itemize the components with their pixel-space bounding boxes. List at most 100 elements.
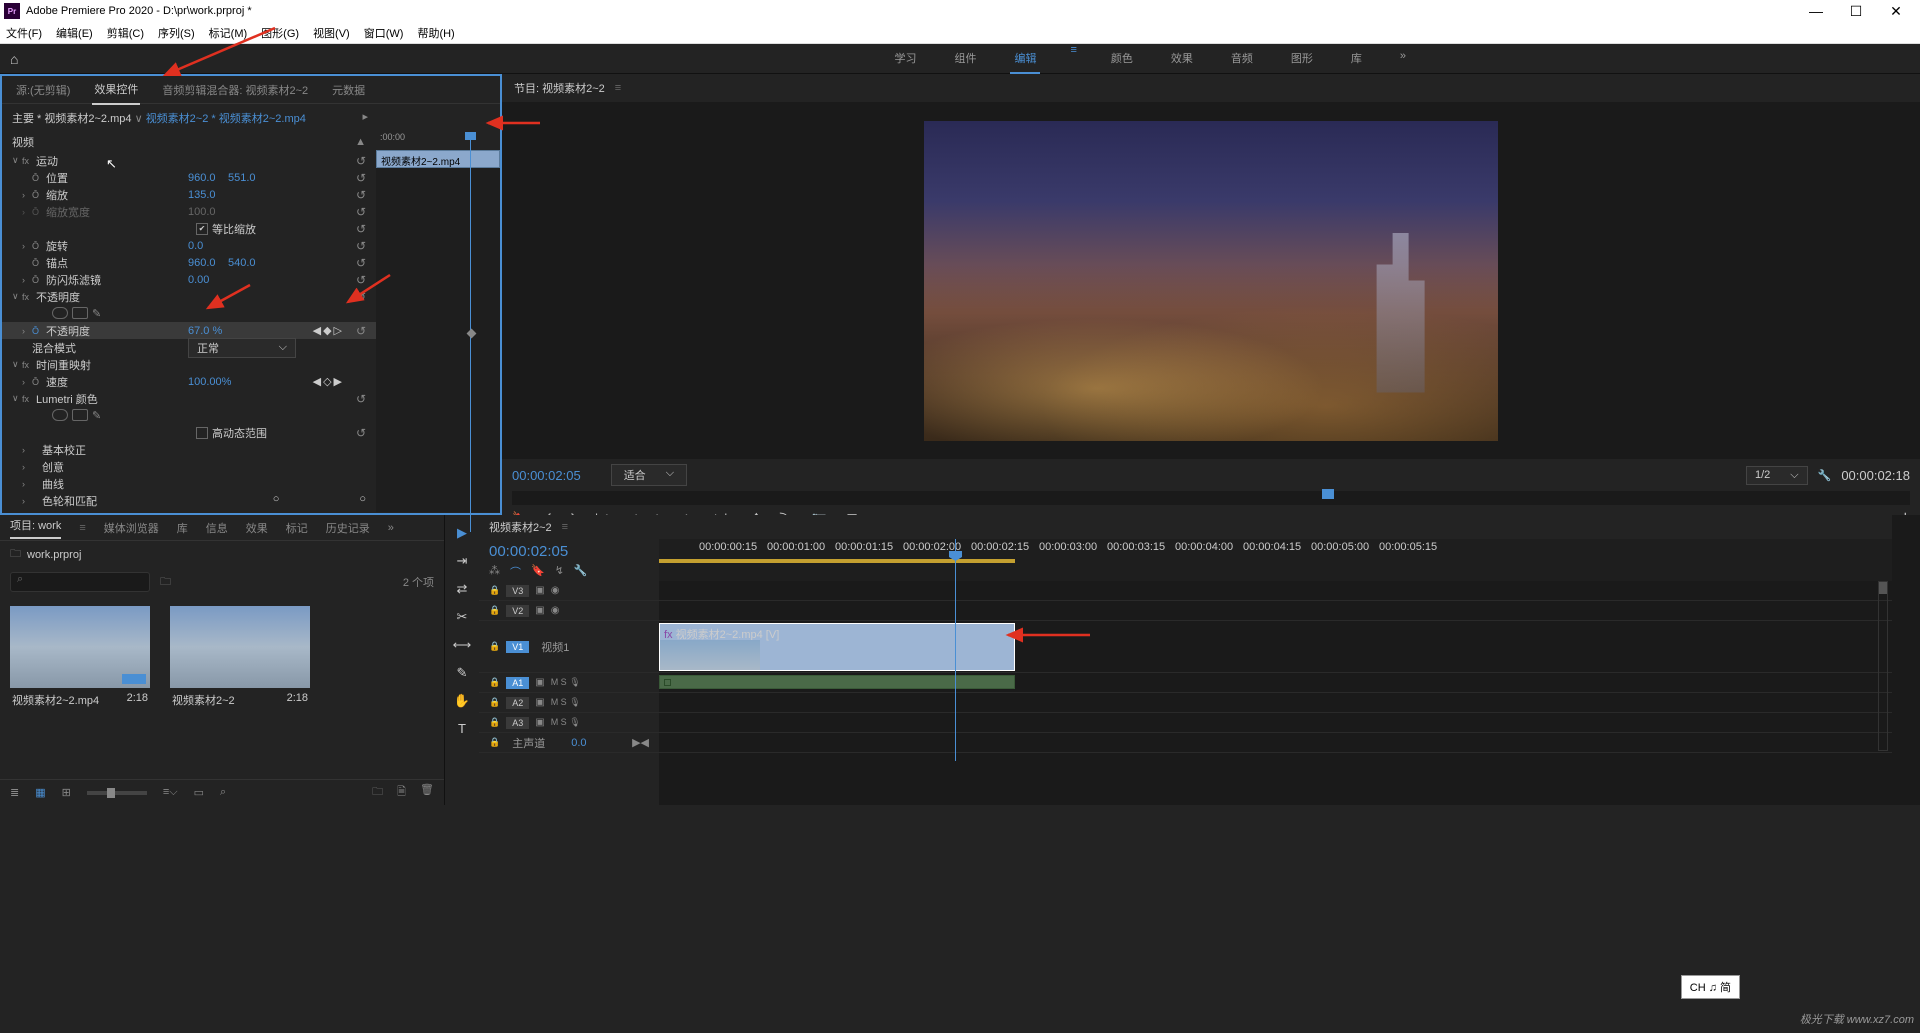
caret-icon[interactable]: ∨ xyxy=(12,155,22,166)
workspace-editing[interactable]: 编辑 xyxy=(1010,44,1040,74)
ellipse-mask-icon[interactable] xyxy=(52,307,68,319)
reset-button[interactable]: ↺ xyxy=(356,171,366,185)
eye-icon[interactable]: ◉ xyxy=(551,605,560,616)
list-view-icon[interactable]: ≣ xyxy=(10,786,19,799)
lock-icon[interactable]: 🔒 xyxy=(489,585,500,596)
eye-icon[interactable]: ◉ xyxy=(551,585,560,596)
workspace-overflow[interactable]: » xyxy=(1396,44,1410,74)
track-toggle-icon[interactable]: ▣ xyxy=(535,677,544,688)
workspace-libraries[interactable]: 库 xyxy=(1347,44,1366,74)
speed-value[interactable]: 100.00% xyxy=(188,376,231,388)
caret-icon[interactable]: › xyxy=(22,190,32,200)
breadcrumb-sequence[interactable]: 视频素材2~2 * 视频素材2~2.mp4 xyxy=(146,113,306,125)
fx-opacity[interactable]: 不透明度 xyxy=(36,289,80,305)
pen-tool[interactable]: ✎ xyxy=(457,665,468,681)
caret-icon[interactable]: ∨ xyxy=(12,291,22,302)
scale-value[interactable]: 135.0 xyxy=(188,189,216,201)
menu-window[interactable]: 窗口(W) xyxy=(364,25,404,41)
caret-icon[interactable]: › xyxy=(22,377,32,387)
panel-menu-icon[interactable]: ≡ xyxy=(562,521,568,533)
linked-selection-icon[interactable]: ⌒ xyxy=(510,564,521,580)
lumetri-creative[interactable]: 创意 xyxy=(42,459,64,475)
reset-button[interactable]: ↺ xyxy=(356,392,366,406)
video-clip[interactable]: fx 视频素材2~2.mp4 [V] xyxy=(659,623,1015,671)
tab-libraries[interactable]: 库 xyxy=(177,520,188,536)
panel-menu-icon[interactable]: ≡ xyxy=(615,82,621,94)
blend-mode-dropdown[interactable]: 正常⌵ xyxy=(188,338,296,358)
filter-bin-icon[interactable]: 🗀 xyxy=(160,573,171,592)
anchor-y[interactable]: 540.0 xyxy=(228,257,256,269)
lock-icon[interactable]: 🔒 xyxy=(489,737,500,748)
tab-effects[interactable]: 效果 xyxy=(246,520,268,536)
icon-view-icon[interactable]: ▦ xyxy=(35,786,45,799)
project-search-input[interactable]: ⌕ xyxy=(10,572,150,592)
ec-mini-timeline[interactable]: :00:00 视频素材2~2.mp4 xyxy=(376,132,500,512)
track-toggle-icon[interactable]: ▣ xyxy=(535,697,544,708)
tab-metadata[interactable]: 元数据 xyxy=(330,76,367,104)
track-a3-label[interactable]: A3 xyxy=(506,717,529,729)
caret-icon[interactable]: ∨ xyxy=(12,359,22,370)
timeline-timecode[interactable]: 00:00:02:05 xyxy=(489,543,649,560)
track-toggle-icon[interactable]: ▣ xyxy=(535,585,544,596)
collapse-icon[interactable]: ▲ xyxy=(355,136,366,148)
reset-button[interactable]: ↺ xyxy=(356,188,366,202)
menu-sequence[interactable]: 序列(S) xyxy=(158,25,195,41)
lumetri-colorwheel[interactable]: 色轮和匹配 xyxy=(42,493,97,509)
project-item[interactable]: 视频素材2~2.mp42:18 xyxy=(10,606,150,769)
timeline-vscroll[interactable] xyxy=(1878,581,1888,751)
stopwatch-icon[interactable]: Ō xyxy=(32,275,46,285)
reset-button[interactable]: ↺ xyxy=(356,324,366,338)
reset-button[interactable]: ↺ xyxy=(356,239,366,253)
new-item-icon[interactable]: 🗎 xyxy=(397,783,406,802)
audio-clip[interactable] xyxy=(659,675,1015,689)
freeform-view-icon[interactable]: ⊞ xyxy=(62,786,71,799)
home-icon[interactable]: ⌂ xyxy=(10,51,18,67)
caret-icon[interactable]: ∨ xyxy=(12,393,22,404)
menu-clip[interactable]: 剪辑(C) xyxy=(107,25,144,41)
rect-mask-icon[interactable] xyxy=(72,307,88,319)
antiflicker-value[interactable]: 0.00 xyxy=(188,274,209,286)
menu-file[interactable]: 文件(F) xyxy=(6,25,42,41)
stopwatch-icon[interactable]: Ō xyxy=(32,241,46,251)
timeline-ruler[interactable]: 00:00:00:15 00:00:01:00 00:00:01:15 00:0… xyxy=(659,539,1892,581)
lumetri-curves[interactable]: 曲线 xyxy=(42,476,64,492)
stopwatch-icon[interactable]: Ō xyxy=(32,190,46,200)
caret-icon[interactable]: › xyxy=(22,445,32,455)
uniform-scale-checkbox[interactable]: ✔ xyxy=(196,223,208,235)
scrub-marker[interactable] xyxy=(1322,489,1334,499)
master-pan[interactable]: 0.0 xyxy=(571,737,586,749)
caret-icon[interactable]: › xyxy=(22,326,32,336)
track-v3-label[interactable]: V3 xyxy=(506,585,529,597)
ime-indicator[interactable]: CH ♫ 简 xyxy=(1681,975,1740,999)
track-toggle-icon[interactable]: ▣ xyxy=(535,717,544,728)
fx-lumetri[interactable]: Lumetri 颜色 xyxy=(36,391,98,407)
tab-overflow[interactable]: » xyxy=(388,522,394,534)
workspace-audio[interactable]: 音频 xyxy=(1227,44,1257,74)
program-preview[interactable] xyxy=(502,102,1920,459)
wrench-icon[interactable]: 🔧 xyxy=(574,564,588,580)
keyframe-nav[interactable]: ◀◆▷ xyxy=(313,324,342,337)
lock-icon[interactable]: 🔒 xyxy=(489,697,500,708)
program-scrubber[interactable] xyxy=(512,491,1910,505)
ellipse-mask-icon[interactable] xyxy=(52,409,68,421)
find-icon[interactable]: ⌕ xyxy=(220,786,226,799)
lock-icon[interactable]: 🔒 xyxy=(489,677,500,688)
reset-button[interactable]: ↺ xyxy=(356,205,366,219)
track-a1-label[interactable]: A1 xyxy=(506,677,529,689)
work-area-bar[interactable] xyxy=(659,559,1015,563)
project-item[interactable]: 视频素材2~22:18 xyxy=(170,606,310,769)
caret-icon[interactable]: › xyxy=(22,462,32,472)
panel-menu-icon[interactable]: ≡ xyxy=(79,522,85,534)
workspace-menu-icon[interactable]: ≡ xyxy=(1070,44,1076,74)
reset-button[interactable]: ↺ xyxy=(356,273,366,287)
keyframe-diamond-icon[interactable] xyxy=(467,329,477,339)
resolution-dropdown[interactable]: 1/2⌵ xyxy=(1746,466,1808,485)
fit-dropdown[interactable]: 适合⌵ xyxy=(611,464,687,486)
timeline-content[interactable]: fx 视频素材2~2.mp4 [V] xyxy=(659,581,1892,805)
tab-audio-mixer[interactable]: 音频剪辑混合器: 视频素材2~2 xyxy=(160,76,310,104)
menu-edit[interactable]: 编辑(E) xyxy=(56,25,93,41)
zoom-slider[interactable] xyxy=(87,791,147,795)
position-y[interactable]: 551.0 xyxy=(228,172,256,184)
tab-history[interactable]: 历史记录 xyxy=(326,520,370,536)
fx-timeremap[interactable]: 时间重映射 xyxy=(36,357,91,373)
